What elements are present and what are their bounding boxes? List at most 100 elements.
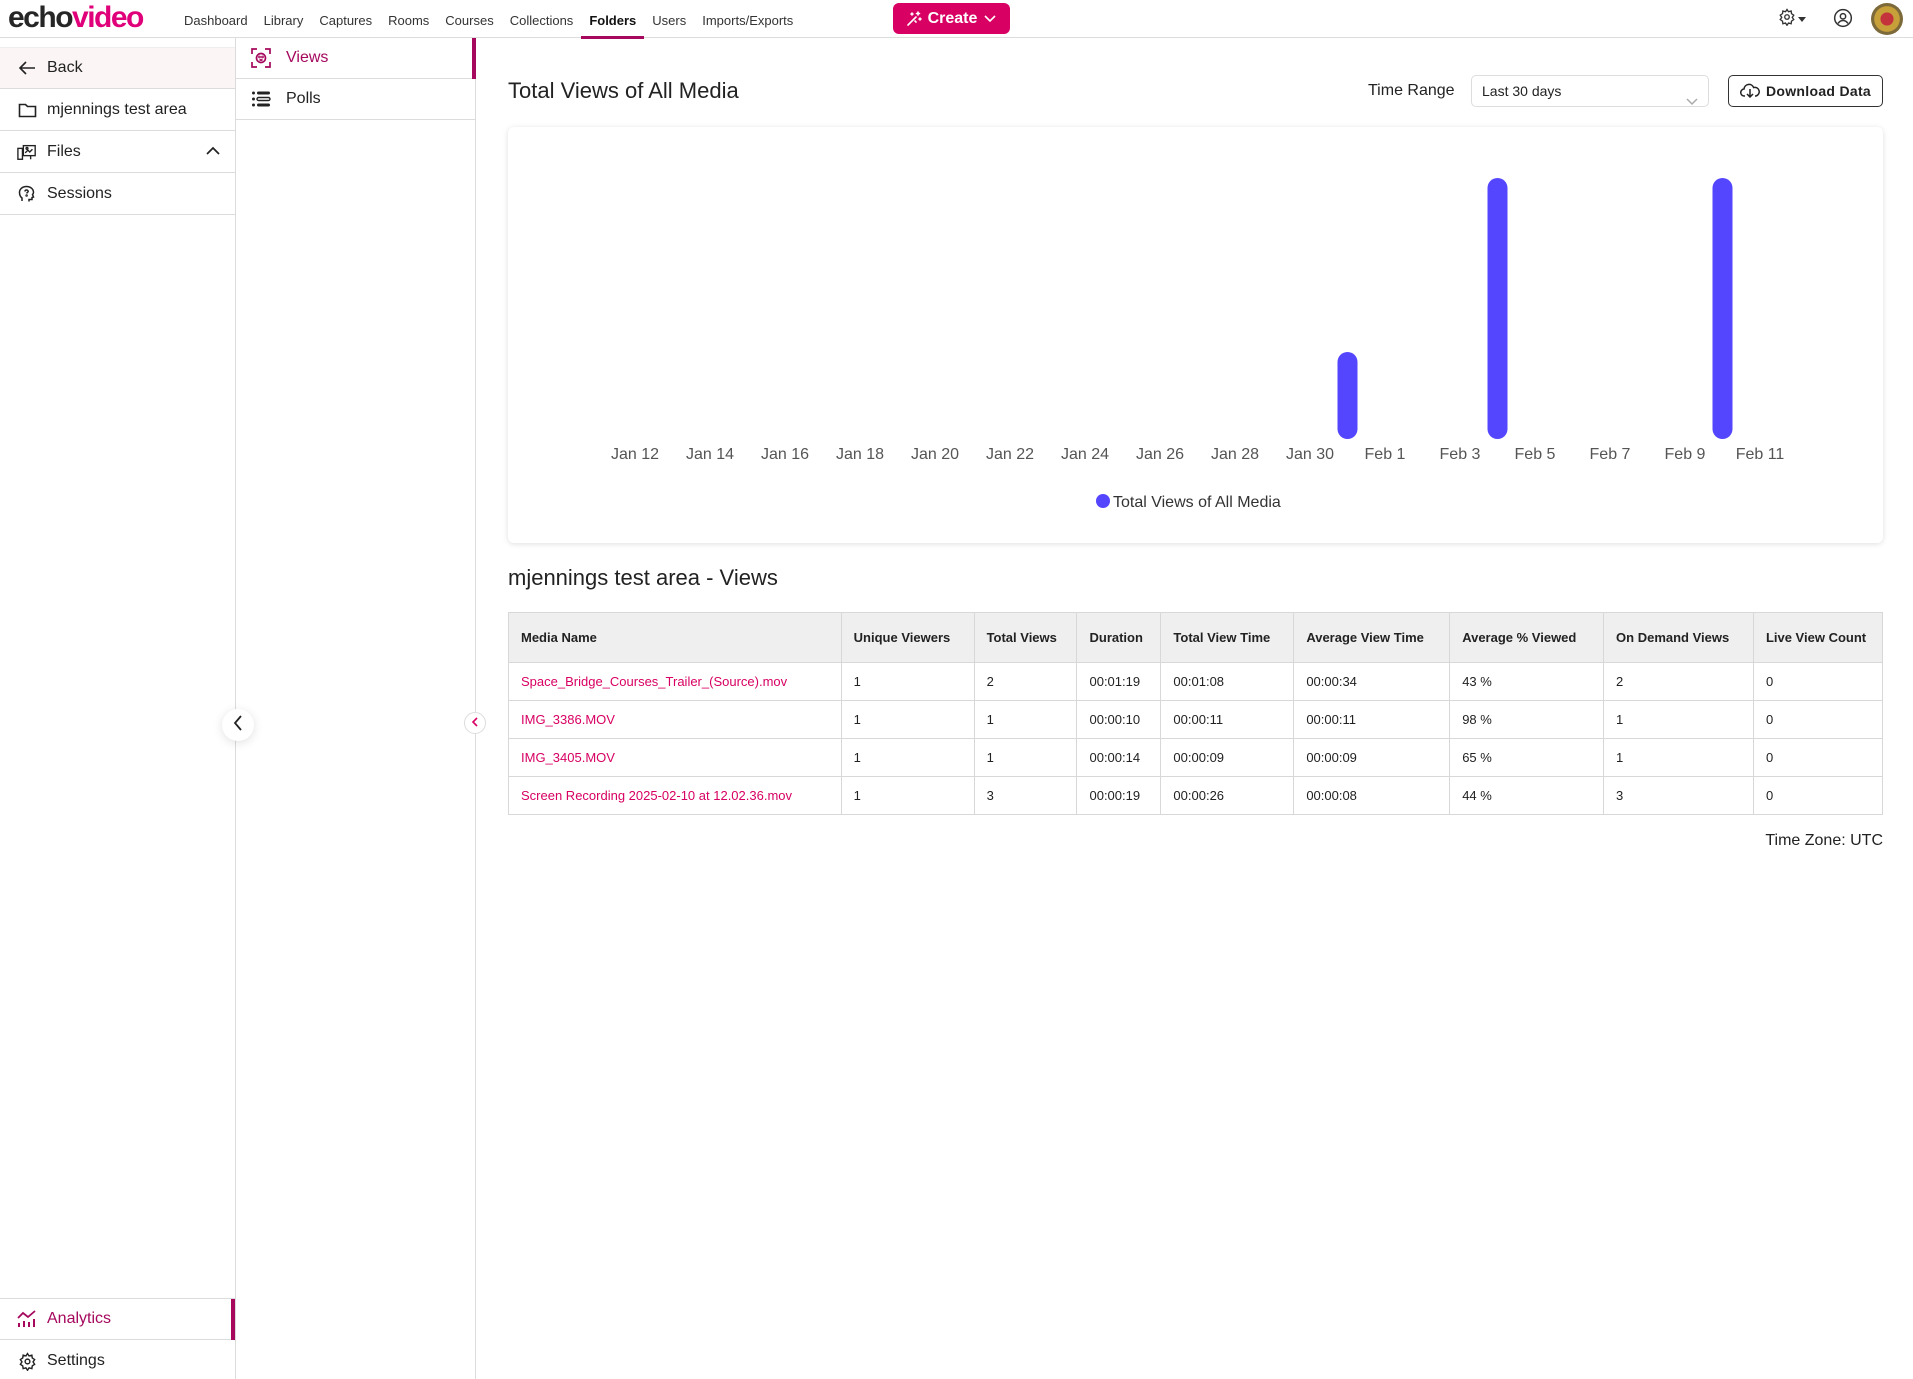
media-name-cell: IMG_3386.MOV	[508, 700, 842, 739]
head-sessions-icon	[17, 184, 37, 204]
back-button[interactable]: Back	[0, 47, 235, 89]
chevron-up-icon[interactable]	[205, 143, 221, 161]
legend-label[interactable]: Total Views of All Media	[1113, 494, 1281, 511]
echovideo-logo[interactable]: echovideo	[8, 1, 144, 34]
arrow-left-icon	[17, 58, 37, 78]
table-row: IMG_3405.MOV 1 1 00:00:14 00:00:09 00:00:09 65…	[508, 738, 1884, 777]
settings-menu-button[interactable]	[1778, 7, 1808, 31]
analytics-subnav: Views Polls	[236, 38, 476, 1379]
column-header[interactable]: Duration	[1076, 612, 1162, 663]
table-cell: 1	[840, 662, 975, 701]
x-tick-label: Feb 7	[1590, 446, 1631, 463]
chart-card: Jan 12 Jan 14 Jan 16 Jan 18 Jan 20 Jan 22 Jan …	[508, 127, 1883, 543]
table-cell: 1	[1603, 700, 1754, 739]
bar-feb-10[interactable]	[1712, 178, 1733, 439]
media-name-cell: Screen Recording 2025-02-10 at 12.02.36.…	[508, 776, 842, 815]
table-title: mjennings test area - Views	[508, 565, 778, 590]
column-header[interactable]: Total View Time	[1160, 612, 1295, 663]
table-cell: 0	[1752, 776, 1884, 815]
media-name-cell: Space_Bridge_Courses_Trailer_(Source).mo…	[508, 662, 842, 701]
column-header[interactable]: On Demand Views	[1603, 612, 1754, 663]
polls-label: Polls	[286, 90, 321, 107]
column-header[interactable]: Average View Time	[1293, 612, 1451, 663]
table-cell: 00:01:08	[1160, 662, 1295, 701]
media-name-cell: IMG_3405.MOV	[508, 738, 842, 777]
table-cell: 2	[1603, 662, 1754, 701]
nav-users[interactable]: Users	[644, 0, 694, 38]
nav-courses[interactable]: Courses	[437, 0, 501, 38]
settings-label: Settings	[47, 1352, 105, 1369]
subnav-item-views[interactable]: Views	[236, 38, 476, 79]
x-tick-label: Feb 1	[1365, 446, 1406, 463]
nav-captures[interactable]: Captures	[311, 0, 380, 38]
collapse-subnav-button[interactable]	[464, 712, 486, 734]
user-circle-icon	[1833, 8, 1853, 32]
nav-collections[interactable]: Collections	[502, 0, 582, 38]
user-profile-button[interactable]	[1833, 8, 1855, 30]
table-cell: 00:00:10	[1076, 700, 1162, 739]
legend-swatch[interactable]	[1096, 494, 1110, 508]
table-cell: 2	[973, 662, 1078, 701]
logo-echo: echo	[8, 1, 74, 34]
nav-dashboard[interactable]: Dashboard	[176, 0, 256, 38]
column-header[interactable]: Total Views	[973, 612, 1078, 663]
table-row: IMG_3386.MOV 1 1 00:00:10 00:00:11 00:00:11 98…	[508, 700, 1884, 739]
sidebar-item-files[interactable]: Files	[0, 131, 235, 173]
x-tick-label: Jan 30	[1286, 446, 1334, 463]
table-row: Space_Bridge_Courses_Trailer_(Source).mo…	[508, 662, 1884, 701]
nav-library[interactable]: Library	[256, 0, 312, 38]
create-button[interactable]: Create	[893, 3, 1010, 34]
views-label: Views	[286, 49, 329, 66]
x-tick-label: Feb 5	[1515, 446, 1556, 463]
back-label: Back	[47, 59, 83, 76]
subnav-item-polls[interactable]: Polls	[236, 79, 475, 120]
sidebar-item-sessions[interactable]: Sessions	[0, 173, 235, 215]
table-cell: 00:00:26	[1160, 776, 1295, 815]
media-link[interactable]: Space_Bridge_Courses_Trailer_(Source).mo…	[521, 674, 787, 689]
table-cell: 3	[973, 776, 1078, 815]
gear-icon	[1778, 7, 1796, 31]
sidebar-item-folder[interactable]: mjennings test area	[0, 89, 235, 131]
bar-jan-31[interactable]	[1337, 352, 1358, 439]
nav-imports-exports[interactable]: Imports/Exports	[694, 0, 801, 38]
face-scan-icon	[251, 48, 271, 68]
sidebar-item-settings[interactable]: Settings	[0, 1340, 235, 1379]
download-data-button[interactable]: Download Data	[1728, 75, 1883, 107]
bar-feb-4[interactable]	[1487, 178, 1508, 439]
x-tick-label: Feb 11	[1736, 446, 1785, 463]
folder-label: mjennings test area	[47, 100, 187, 118]
table-cell: 43 %	[1449, 662, 1605, 701]
sidebar-item-analytics[interactable]: Analytics	[0, 1298, 235, 1340]
table-cell: 00:00:11	[1160, 700, 1295, 739]
table-cell: 0	[1752, 700, 1884, 739]
main-nav: Dashboard Library Captures Rooms Courses Coll…	[176, 0, 801, 39]
x-tick-label: Jan 14	[686, 446, 734, 463]
avatar[interactable]	[1871, 3, 1903, 35]
column-header[interactable]: Average % Viewed	[1449, 612, 1605, 663]
x-tick-label: Jan 16	[761, 446, 809, 463]
nav-rooms[interactable]: Rooms	[380, 0, 437, 38]
media-link[interactable]: IMG_3386.MOV	[521, 712, 615, 727]
poll-list-icon	[251, 89, 271, 109]
caret-down-icon	[1798, 10, 1806, 28]
chevron-left-icon	[471, 714, 479, 732]
media-link[interactable]: Screen Recording 2025-02-10 at 12.02.36.…	[521, 788, 792, 803]
column-header[interactable]: Unique Viewers	[840, 612, 975, 663]
table-cell: 00:00:09	[1293, 738, 1451, 777]
table-cell: 1	[1603, 738, 1754, 777]
chevron-down-icon	[983, 14, 997, 24]
media-link[interactable]: IMG_3405.MOV	[521, 750, 615, 765]
table-cell: 00:00:19	[1076, 776, 1162, 815]
views-bar-chart: Jan 12 Jan 14 Jan 16 Jan 18 Jan 20 Jan 22 Jan …	[611, 178, 1785, 511]
nav-folders[interactable]: Folders	[581, 0, 645, 39]
column-header[interactable]: Media Name	[508, 612, 842, 663]
time-range-value: Last 30 days	[1482, 83, 1562, 99]
table-cell: 3	[1603, 776, 1754, 815]
magic-wand-icon	[906, 10, 922, 27]
cloud-download-icon	[1739, 82, 1760, 101]
time-range-label: Time Range	[1368, 82, 1455, 99]
column-header[interactable]: Live View Count	[1752, 612, 1884, 663]
time-range-select[interactable]: Last 30 days	[1471, 75, 1709, 107]
table-cell: 1	[840, 738, 975, 777]
table-cell: 00:00:34	[1293, 662, 1451, 701]
